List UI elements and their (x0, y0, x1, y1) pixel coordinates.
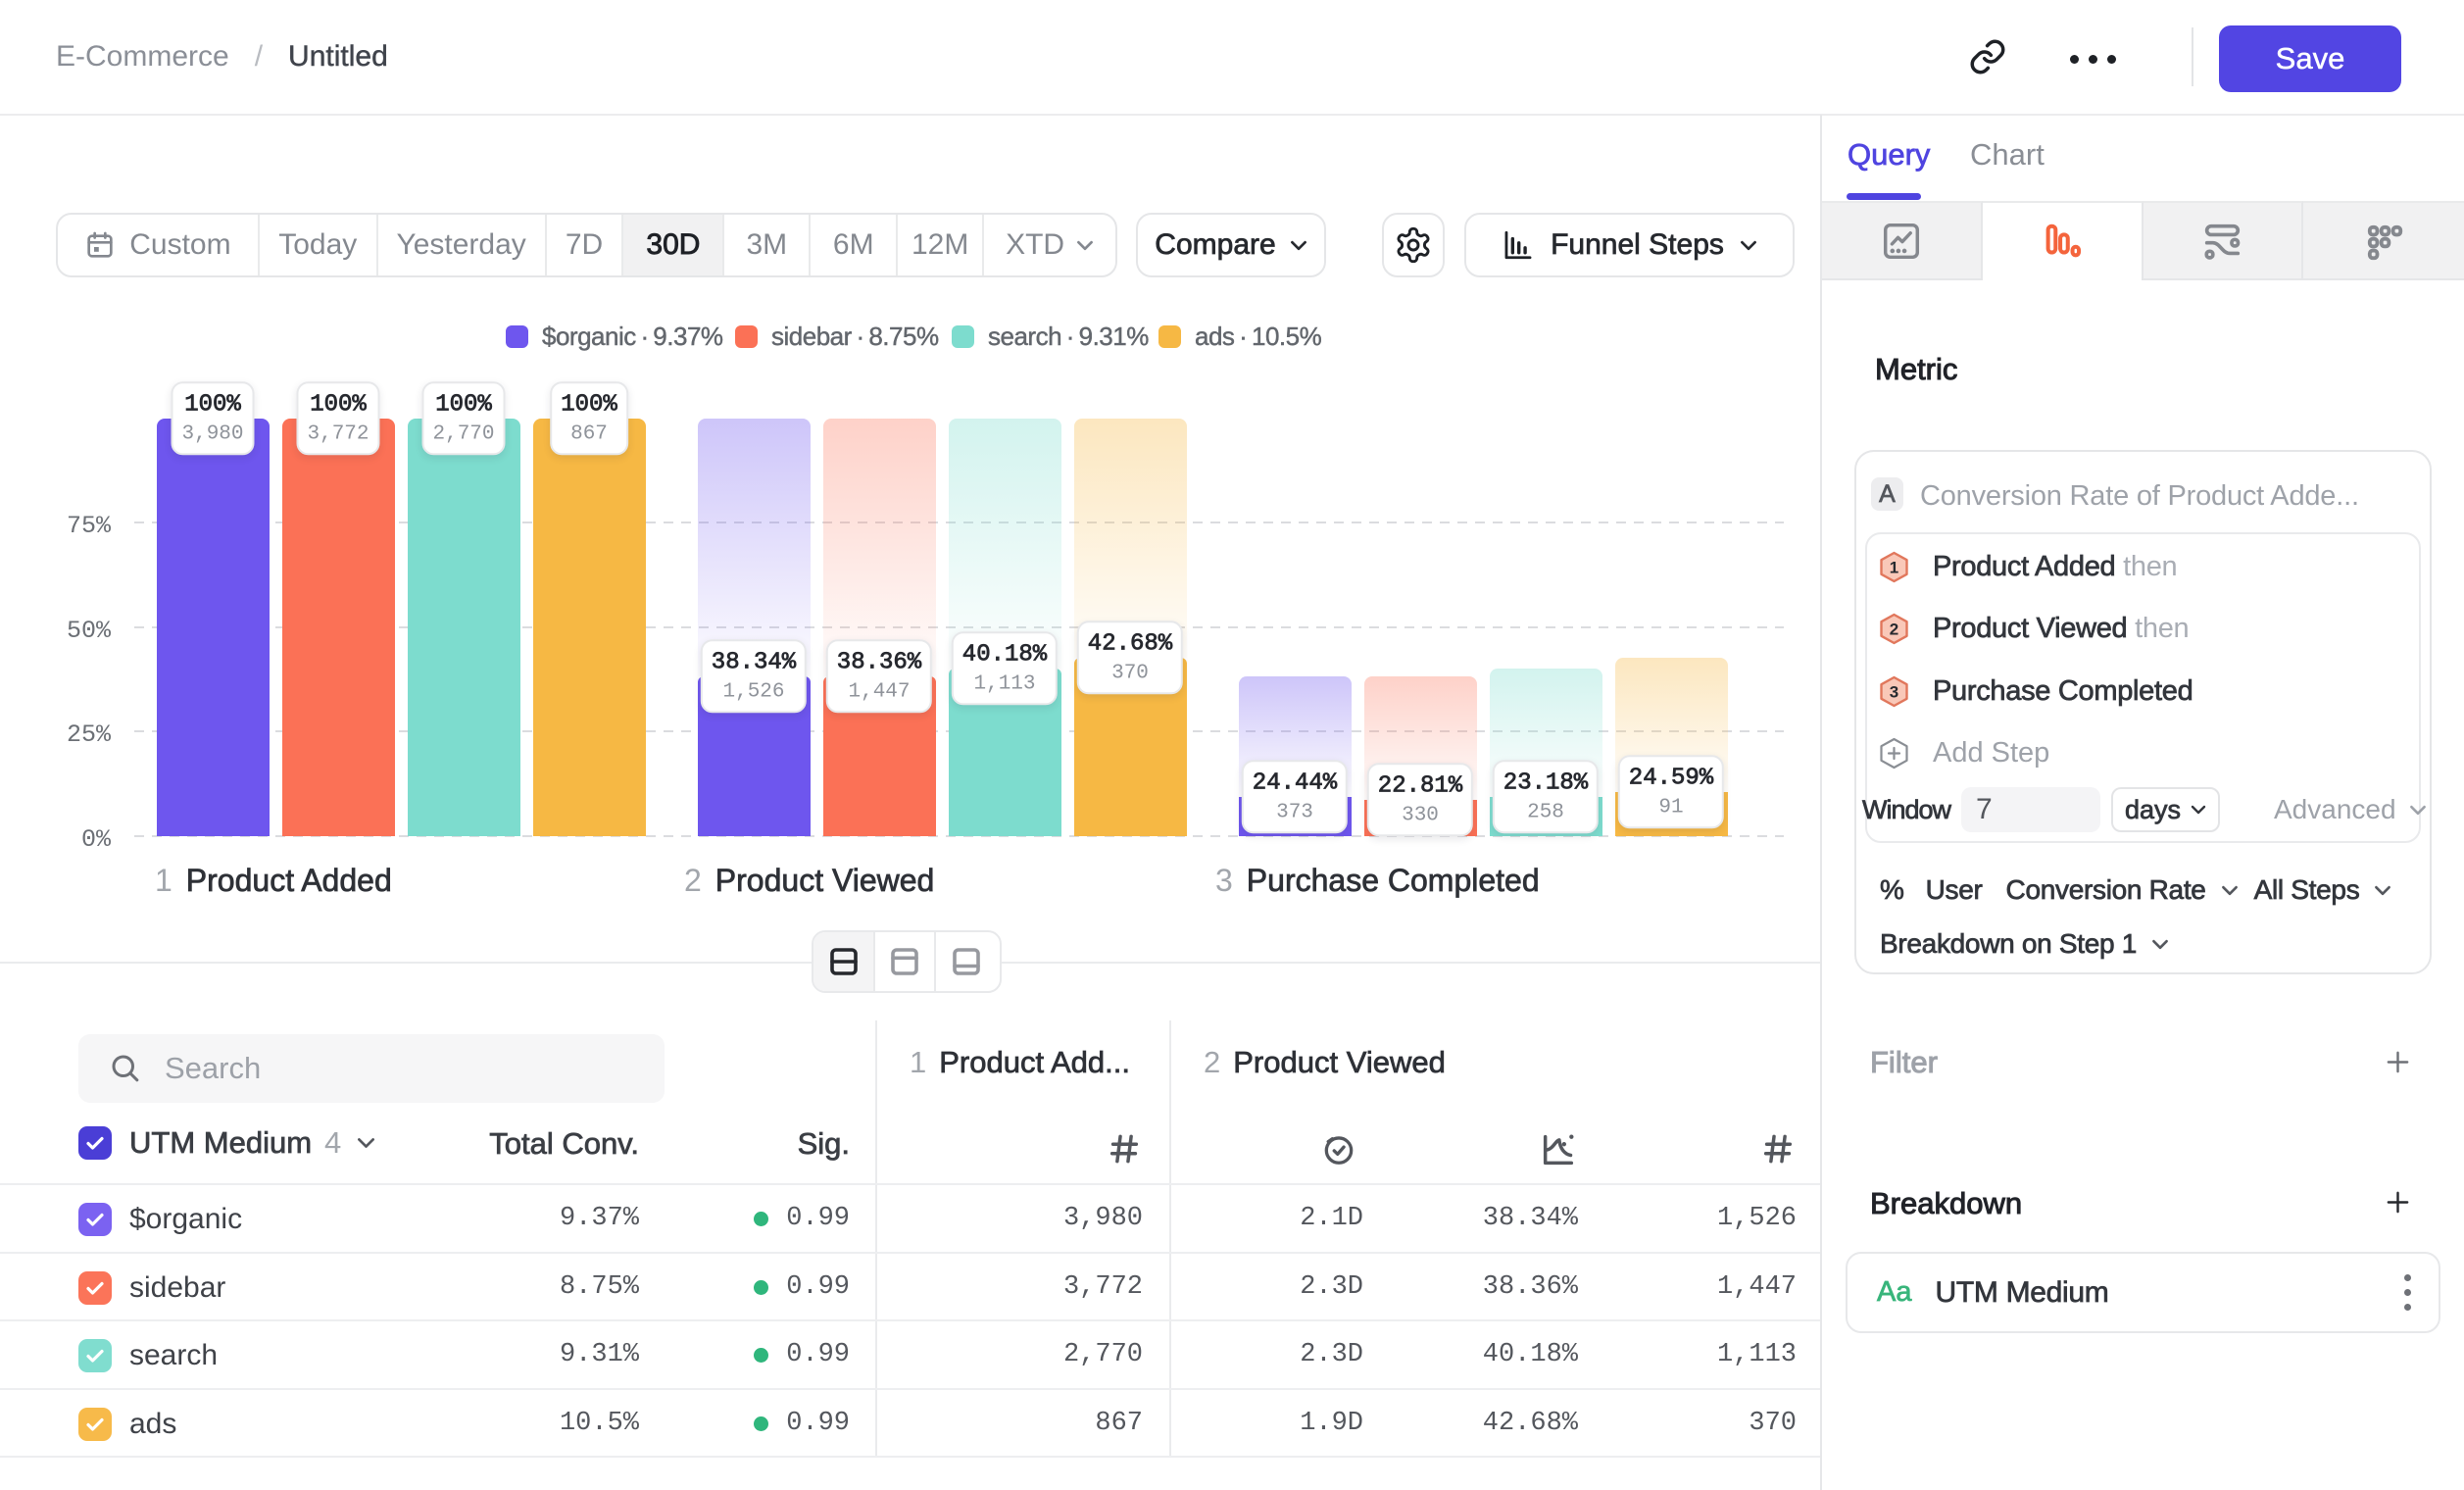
svg-text:2: 2 (1890, 621, 1898, 639)
svg-text:3: 3 (1890, 683, 1898, 702)
svg-text:1: 1 (1890, 559, 1898, 577)
